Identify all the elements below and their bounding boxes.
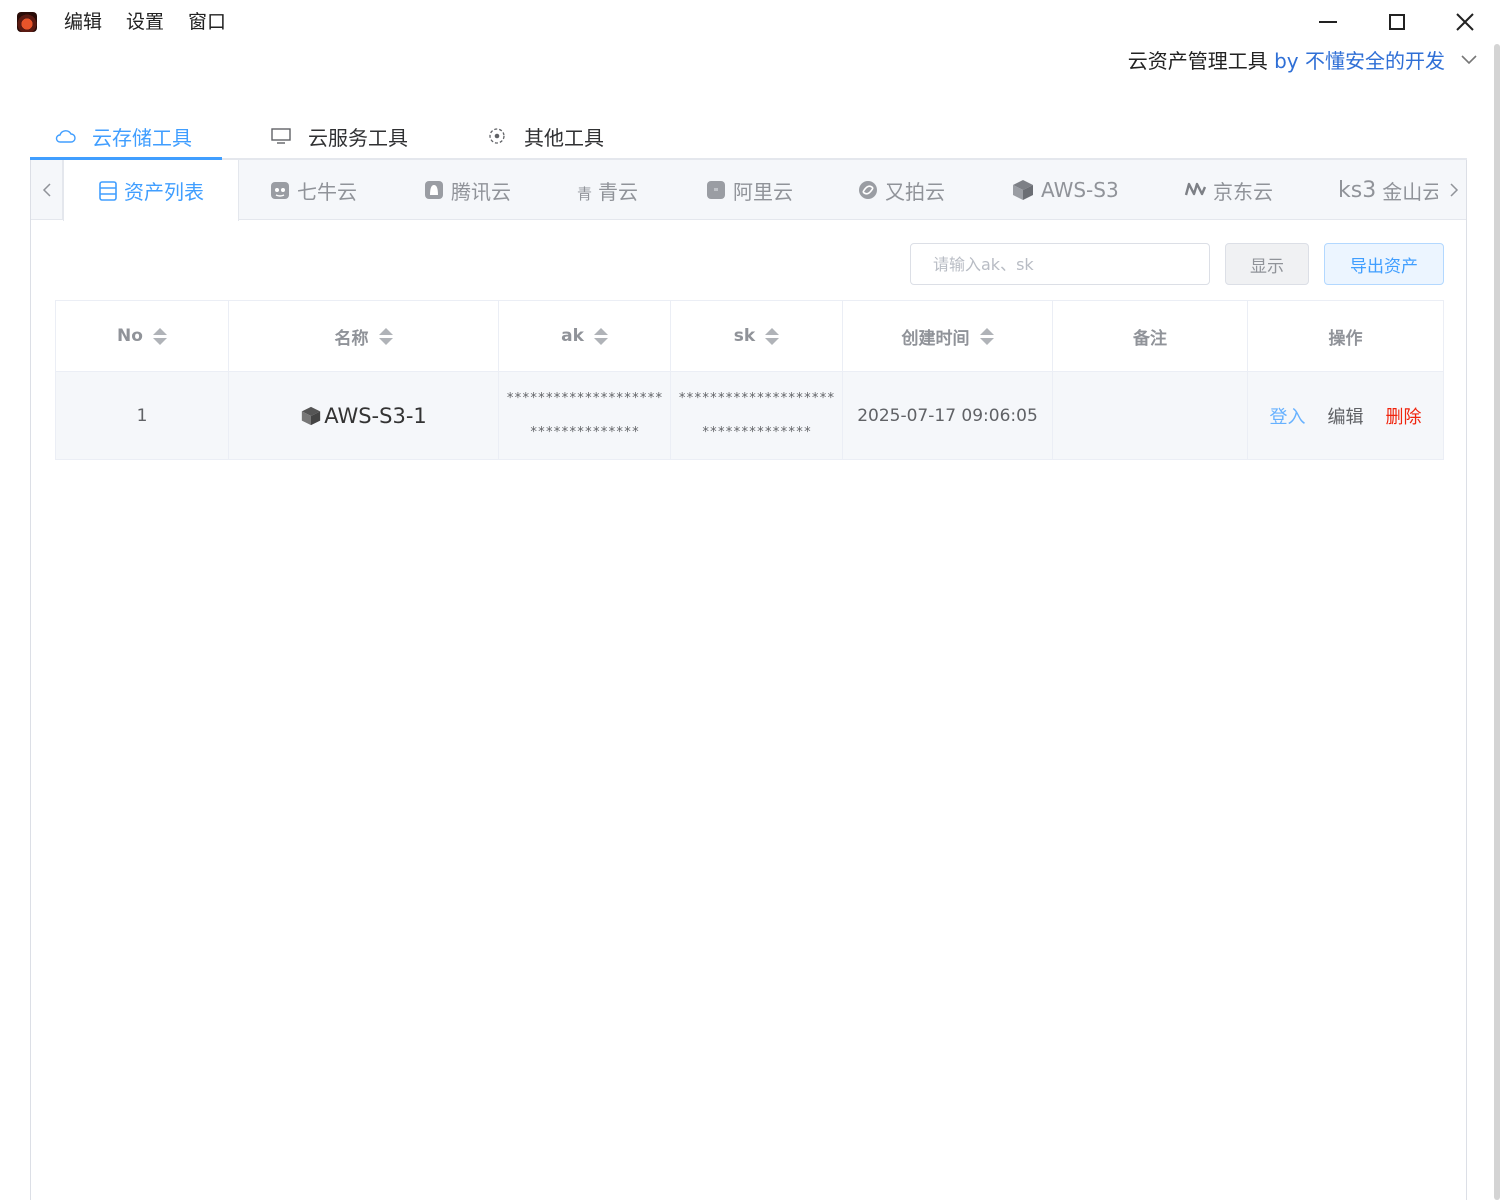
tab-aws-s3[interactable]: AWS-S3 [1011, 160, 1119, 220]
target-icon [486, 126, 508, 146]
tab-label: 其他工具 [524, 125, 604, 150]
tab-label: 阿里云 [733, 179, 793, 204]
sort-icon[interactable] [979, 327, 994, 345]
export-assets-button[interactable]: 导出资产 [1324, 243, 1444, 285]
close-button[interactable] [1440, 4, 1490, 40]
tab-other-tools[interactable]: 其他工具 [486, 112, 604, 160]
qingcloud-icon: 青 [577, 184, 593, 203]
aws-cube-icon [1011, 178, 1035, 202]
chevron-left-icon [42, 183, 51, 197]
aliyun-icon [705, 179, 727, 201]
tabs-scroll-next[interactable] [1441, 160, 1467, 220]
menu-settings[interactable]: 设置 [126, 9, 164, 35]
tab-label: 云存储工具 [92, 125, 192, 150]
header-label: sk [733, 326, 756, 346]
asset-name: AWS-S3-1 [324, 403, 427, 428]
qiniu-icon [269, 179, 291, 201]
tab-tencent[interactable]: 腾讯云 [423, 160, 511, 220]
tab-qiniu[interactable]: 七牛云 [269, 160, 357, 220]
tab-label: 腾讯云 [451, 179, 511, 204]
sort-icon[interactable] [593, 327, 608, 345]
tab-aliyun[interactable]: 阿里云 [705, 160, 793, 220]
database-icon [98, 180, 118, 202]
cloud-icon [54, 128, 76, 144]
menu-bar: 编辑 设置 窗口 [64, 9, 250, 35]
header-created-time[interactable]: 创建时间 [843, 301, 1053, 371]
tab-upyun[interactable]: 又拍云 [857, 160, 945, 220]
tab-cloud-storage[interactable]: 云存储工具 [54, 112, 192, 160]
header-no[interactable]: No [56, 301, 229, 371]
aws-cube-icon [300, 405, 322, 427]
tencent-icon [423, 179, 445, 201]
tab-label: AWS-S3 [1041, 178, 1119, 202]
sort-icon[interactable] [765, 327, 780, 345]
delete-button[interactable]: 删除 [1386, 403, 1422, 429]
tab-jdcloud[interactable]: 京东云 [1183, 160, 1273, 220]
login-button[interactable]: 登入 [1270, 403, 1306, 429]
cell-ak: ******************** ************** [499, 372, 671, 459]
maximize-button[interactable] [1372, 4, 1422, 40]
ak-sk-search-input[interactable] [910, 243, 1210, 285]
sk-masked-line: ************** [701, 424, 812, 440]
upyun-icon [857, 179, 879, 201]
scrollbar[interactable] [1494, 44, 1500, 1200]
ksyun-icon: ks3 [1338, 177, 1377, 203]
tab-label: 资产列表 [124, 180, 204, 204]
sk-masked-line: ******************** [678, 390, 835, 406]
provider-tabs: 资产列表 七牛云 腾讯云 青 青云 阿里云 又拍云 AWS-S3 京东云 ks3… [31, 160, 1467, 221]
minimize-icon [1319, 21, 1337, 23]
edit-button[interactable]: 编辑 [1328, 403, 1364, 429]
header-actions: 操作 [1328, 328, 1363, 349]
cell-actions: 登入 编辑 删除 [1248, 372, 1443, 459]
header-name[interactable]: 名称 [229, 301, 499, 371]
app-logo-icon [17, 12, 37, 32]
cell-no: 1 [56, 372, 229, 459]
title-bar: 编辑 设置 窗口 [0, 0, 1500, 44]
storage-panel: 资产列表 七牛云 腾讯云 青 青云 阿里云 又拍云 AWS-S3 京东云 ks3… [30, 160, 1467, 1200]
maximize-icon [1389, 14, 1405, 30]
tab-cloud-service[interactable]: 云服务工具 [270, 112, 408, 160]
table-header: No 名称 ak sk 创建时间 备注 操作 [56, 301, 1443, 372]
monitor-icon [270, 127, 292, 145]
header-label: 创建时间 [901, 328, 970, 349]
close-icon [1456, 13, 1474, 31]
chevron-right-icon [1450, 183, 1459, 197]
tab-label: 京东云 [1213, 179, 1273, 204]
jdcloud-icon [1183, 179, 1207, 201]
tab-label: 又拍云 [885, 179, 945, 204]
header-note: 备注 [1053, 301, 1248, 371]
header-label: ak [561, 326, 584, 346]
header-ak[interactable]: ak [499, 301, 671, 371]
header-label: No [117, 326, 143, 346]
table-row: 1 AWS-S3-1 ******************** ********… [56, 372, 1443, 460]
tabs-scroll-prev[interactable] [31, 160, 63, 220]
show-button[interactable]: 显示 [1225, 243, 1309, 285]
tab-asset-list[interactable]: 资产列表 [63, 160, 239, 221]
top-tabs: 云存储工具 云服务工具 其他工具 [30, 112, 1467, 160]
tab-label: 青云 [598, 179, 639, 204]
tab-label: 七牛云 [297, 179, 357, 204]
cell-name: AWS-S3-1 [229, 372, 499, 459]
brand-title: 云资产管理工具 [1127, 49, 1268, 73]
sort-icon[interactable] [378, 327, 393, 345]
asset-table: No 名称 ak sk 创建时间 备注 操作 1 AWS-S3-1 ******… [55, 300, 1444, 460]
ak-masked-line: ************** [529, 424, 640, 440]
minimize-button[interactable] [1303, 4, 1353, 40]
header-label: 名称 [334, 328, 369, 349]
header-sk[interactable]: sk [671, 301, 843, 371]
brand-label: 云资产管理工具 by 不懂安全的开发 [1128, 46, 1445, 76]
cell-note [1053, 372, 1248, 459]
ak-masked-line: ******************** [506, 390, 663, 406]
menu-window[interactable]: 窗口 [188, 9, 226, 35]
cell-sk: ******************** ************** [671, 372, 843, 459]
tab-label: 云服务工具 [308, 125, 408, 150]
tab-qingcloud[interactable]: 青 青云 [577, 160, 638, 220]
tab-ksyun[interactable]: ks3 金山云 [1338, 160, 1438, 220]
chevron-down-icon[interactable] [1459, 52, 1479, 68]
sort-icon[interactable] [152, 327, 167, 345]
cell-created-time: 2025-07-17 09:06:05 [843, 372, 1053, 459]
menu-edit[interactable]: 编辑 [64, 9, 102, 35]
tab-label: 金山云 [1382, 179, 1438, 204]
brand-author-link[interactable]: by 不懂安全的开发 [1274, 49, 1445, 73]
